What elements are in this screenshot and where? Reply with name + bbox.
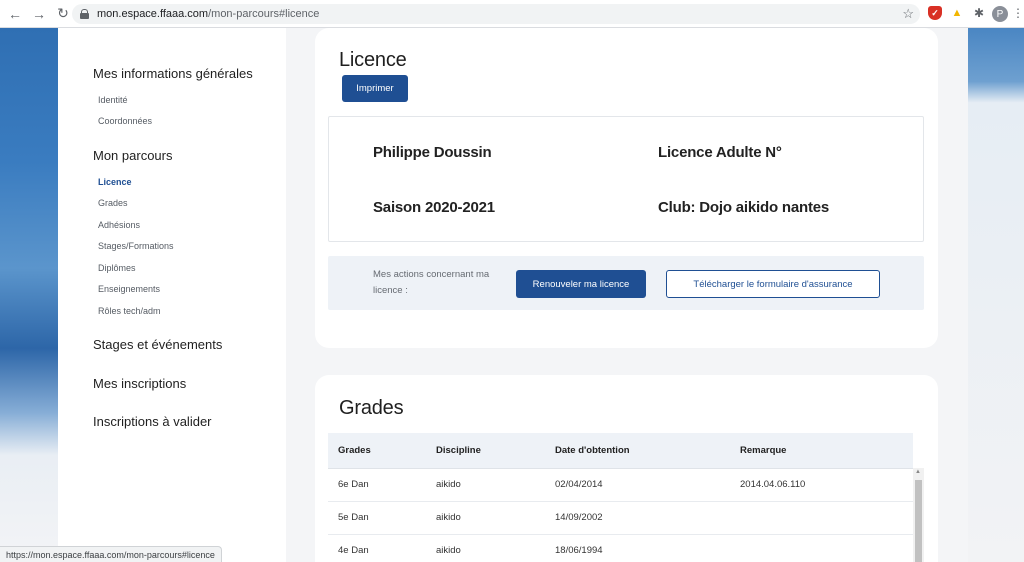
sidebar-item-diplomes[interactable]: Diplômes: [98, 263, 136, 273]
renew-licence-button[interactable]: Renouveler ma licence: [516, 270, 646, 298]
address-bar[interactable]: mon.espace.ffaaa.com/mon-parcours#licenc…: [72, 4, 920, 24]
sidebar-item-stages-formations[interactable]: Stages/Formations: [98, 241, 174, 251]
cell-date: 18/06/1994: [545, 534, 730, 562]
column-header-date[interactable]: Date d'obtention: [545, 433, 730, 469]
background-watercolor-right: [968, 28, 1024, 562]
cell-grade: 4e Dan: [328, 534, 426, 562]
grades-card: Grades Grades Discipline Date d'obtentio…: [315, 375, 938, 562]
reload-icon[interactable]: ↻: [52, 3, 74, 25]
shield-extension-icon[interactable]: ✓: [928, 6, 942, 20]
licence-club: Club: Dojo aikido nantes: [658, 199, 830, 216]
url-host: mon.espace.ffaaa.com: [97, 8, 209, 20]
cell-remarque: [730, 534, 913, 562]
column-header-grades[interactable]: Grades: [328, 433, 426, 469]
licence-title: Licence: [339, 49, 407, 71]
sidebar-item-identite[interactable]: Identité: [98, 95, 128, 105]
licence-actions-box: Mes actions concernant ma licence : Reno…: [328, 256, 924, 310]
licence-season: Saison 2020-2021: [373, 199, 495, 216]
back-icon[interactable]: ←: [4, 3, 26, 25]
link-status-bar: https://mon.espace.ffaaa.com/mon-parcour…: [0, 546, 222, 562]
bookmark-star-icon[interactable]: ☆: [902, 6, 914, 22]
licence-info-box: Philippe Doussin Licence Adulte N° Saiso…: [328, 116, 924, 242]
licence-holder-name: Philippe Doussin: [373, 144, 492, 161]
profile-avatar[interactable]: P: [992, 6, 1008, 22]
sidebar-section-parcours[interactable]: Mon parcours: [93, 148, 172, 163]
table-row: 5e Dan aikido 14/09/2002: [328, 501, 913, 535]
cell-remarque: [730, 501, 913, 535]
column-header-discipline[interactable]: Discipline: [426, 433, 545, 469]
cell-date: 02/04/2014: [545, 468, 730, 502]
sidebar-item-grades[interactable]: Grades: [98, 198, 128, 208]
column-header-remarque[interactable]: Remarque: [730, 433, 913, 469]
print-button[interactable]: Imprimer: [342, 75, 408, 102]
sidebar-item-adhesions[interactable]: Adhésions: [98, 220, 140, 230]
sidebar-section-valider[interactable]: Inscriptions à valider: [93, 414, 212, 429]
extensions-puzzle-icon[interactable]: ✱: [972, 6, 986, 20]
table-scrollbar[interactable]: ▲: [913, 468, 924, 562]
sidebar-item-enseignements[interactable]: Enseignements: [98, 284, 160, 294]
cell-remarque: 2014.04.06.110: [730, 468, 913, 502]
browser-menu-icon[interactable]: ⋮: [1012, 6, 1024, 20]
grades-title: Grades: [339, 397, 404, 419]
table-row: 6e Dan aikido 02/04/2014 2014.04.06.110: [328, 468, 913, 502]
sidebar-item-licence[interactable]: Licence: [98, 177, 132, 187]
sidebar-section-stages[interactable]: Stages et événements: [93, 337, 222, 352]
cell-discipline: aikido: [426, 468, 545, 502]
licence-actions-label: Mes actions concernant ma licence :: [373, 269, 490, 296]
sidebar: Mes informations générales Identité Coor…: [58, 28, 286, 562]
cell-discipline: aikido: [426, 501, 545, 535]
table-header-row: Grades Discipline Date d'obtention Remar…: [328, 433, 913, 469]
licence-type: Licence Adulte N°: [658, 144, 782, 161]
licence-card: Licence Imprimer Philippe Doussin Licenc…: [315, 28, 938, 348]
cell-date: 14/09/2002: [545, 501, 730, 535]
sidebar-section-general[interactable]: Mes informations générales: [93, 66, 253, 81]
download-insurance-form-button[interactable]: Télécharger le formulaire d'assurance: [666, 270, 880, 298]
grades-table: Grades Discipline Date d'obtention Remar…: [328, 433, 913, 562]
cell-grade: 6e Dan: [328, 468, 426, 502]
background-watercolor-left: [0, 28, 58, 562]
url-path: /mon-parcours#licence: [208, 8, 320, 20]
table-row: 4e Dan aikido 18/06/1994: [328, 534, 913, 562]
sidebar-item-roles[interactable]: Rôles tech/adm: [98, 306, 161, 316]
browser-toolbar: ← → ↻ mon.espace.ffaaa.com/mon-parcours#…: [0, 0, 1024, 28]
sidebar-item-coordonnees[interactable]: Coordonnées: [98, 116, 152, 126]
warning-extension-icon[interactable]: ▲: [950, 6, 964, 20]
forward-icon[interactable]: →: [28, 3, 50, 25]
sidebar-section-inscriptions[interactable]: Mes inscriptions: [93, 376, 186, 391]
cell-grade: 5e Dan: [328, 501, 426, 535]
scrollbar-thumb[interactable]: [915, 480, 922, 562]
scroll-up-arrow-icon[interactable]: ▲: [915, 469, 921, 475]
cell-discipline: aikido: [426, 534, 545, 562]
lock-icon: [80, 9, 89, 19]
